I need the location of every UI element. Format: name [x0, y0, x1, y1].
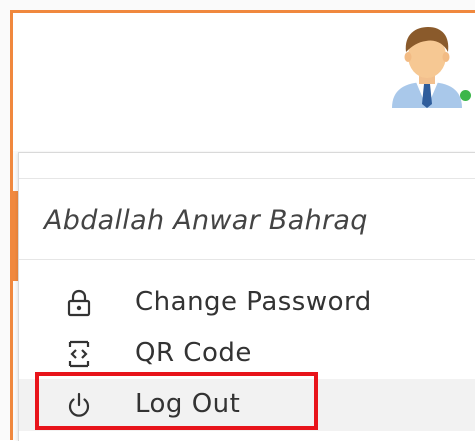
menu-item-label: Change Password [135, 287, 372, 317]
user-name: Abdallah Anwar Bahraq [44, 205, 368, 236]
menu-item-label: QR Code [135, 338, 252, 368]
lock-icon [67, 289, 91, 317]
dropdown-user-header: Abdallah Anwar Bahraq [19, 178, 475, 260]
online-status-indicator [460, 90, 471, 101]
app-window: Abdallah Anwar Bahraq Change Password QR… [0, 0, 475, 441]
qr-code-icon [68, 340, 90, 368]
user-avatar-icon[interactable] [386, 24, 468, 108]
accent-border-top [10, 10, 475, 13]
menu-item-change-password[interactable]: Change Password [19, 277, 475, 329]
log-out-highlight-box [35, 372, 318, 430]
